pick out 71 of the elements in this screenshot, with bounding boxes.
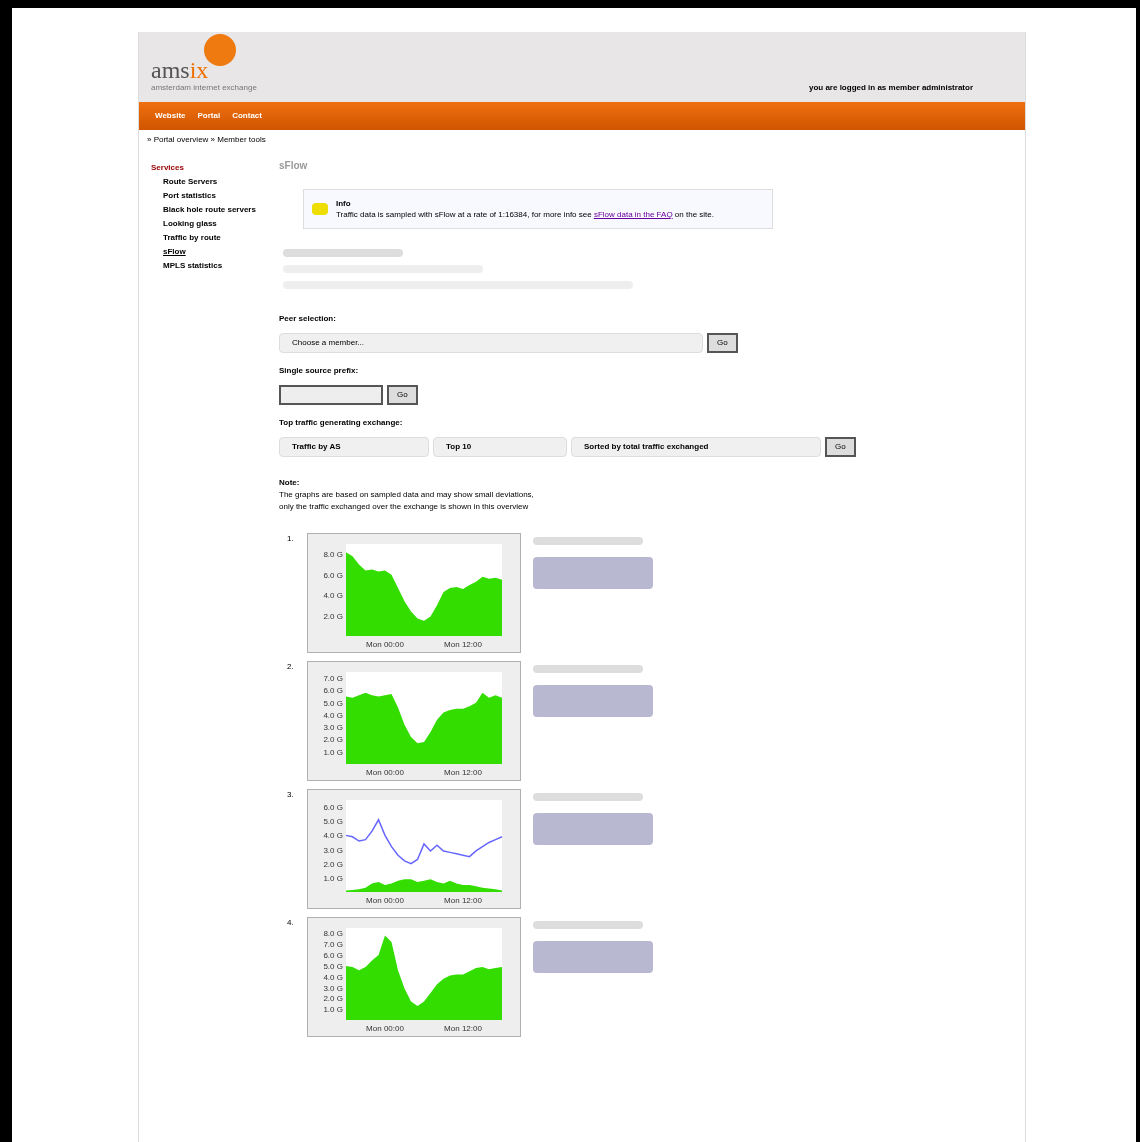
sidebar-link[interactable]: Looking glass [151, 218, 279, 230]
sidebar-link[interactable]: Route Servers [151, 176, 279, 188]
member-select[interactable]: Choose a member... [279, 333, 703, 353]
logo-text: amsix [151, 58, 209, 82]
axis-label: 6.0 G [323, 803, 343, 813]
axis-label: 2.0 G [323, 994, 343, 1004]
note-text: The graphs are based on sampled data and may show small deviations, [279, 489, 535, 501]
filter-select[interactable]: Top 10 [433, 437, 567, 457]
axis-label: Mon 00:00 [366, 768, 404, 777]
sidebar-heading: Services [151, 162, 185, 174]
axis-label: 5.0 G [323, 817, 343, 827]
axis-label: 4.0 G [323, 831, 343, 841]
field-label: Peer selection: [279, 313, 337, 325]
nav-link[interactable]: Website [155, 110, 186, 122]
sidebar-link[interactable]: Black hole route servers [151, 204, 279, 216]
filter-select[interactable]: Traffic by AS [279, 437, 429, 457]
list-marker: 4. [287, 917, 295, 929]
axis-label: 8.0 G [323, 550, 343, 560]
axis-label: 2.0 G [323, 735, 343, 745]
folder-icon [312, 203, 328, 215]
go-button[interactable]: Go [707, 333, 738, 353]
notice-title: Info [336, 198, 352, 210]
list-marker: 3. [287, 789, 295, 801]
axis-label: Mon 00:00 [366, 1024, 404, 1033]
axis-label: Mon 12:00 [444, 896, 482, 905]
note-text: only the traffic exchanged over the exchange is shown in this overview [279, 501, 530, 513]
sidebar-link[interactable]: MPLS statistics [151, 260, 279, 272]
axis-label: 2.0 G [323, 611, 343, 621]
sidebar-link[interactable]: Port statistics [151, 190, 279, 202]
list-marker: 2. [287, 661, 295, 673]
go-button[interactable]: Go [387, 385, 418, 405]
axis-label: 3.0 G [323, 983, 343, 993]
page-title: sFlow [279, 159, 309, 173]
nav-link[interactable]: Contact [232, 110, 262, 122]
axis-label: 1.0 G [323, 1005, 343, 1015]
axis-label: 6.0 G [323, 951, 343, 961]
list-marker: 1. [287, 533, 295, 545]
notice-text: Traffic data is sampled with sFlow at a rate of 1:16384, for more info see sFlow data in the FAQ on the site. [336, 210, 714, 220]
axis-label: 6.0 G [323, 686, 343, 696]
axis-label: 3.0 G [323, 845, 343, 855]
faq-link[interactable]: sFlow data in the FAQ [593, 210, 673, 219]
nav-link[interactable]: Portal [197, 110, 221, 122]
axis-label: 7.0 G [323, 674, 343, 684]
axis-label: 8.0 G [323, 929, 343, 939]
axis-label: Mon 12:00 [444, 768, 482, 777]
sidebar-link[interactable]: Traffic by route [151, 232, 279, 244]
axis-label: 4.0 G [323, 972, 343, 982]
note-title: Note: [279, 477, 301, 489]
axis-label: 3.0 G [323, 723, 343, 733]
axis-label: 1.0 G [323, 747, 343, 757]
axis-label: Mon 00:00 [366, 896, 404, 905]
axis-label: 2.0 G [323, 859, 343, 869]
field-label: Single source prefix: [279, 365, 360, 377]
axis-label: 5.0 G [323, 961, 343, 971]
axis-label: 1.0 G [323, 873, 343, 883]
user-status: you are logged in as member administrator [808, 82, 973, 94]
axis-label: 4.0 G [323, 591, 343, 601]
axis-label: Mon 12:00 [444, 1024, 482, 1033]
axis-label: 7.0 G [323, 940, 343, 950]
filter-select[interactable]: Sorted by total traffic exchanged [571, 437, 821, 457]
axis-label: 5.0 G [323, 698, 343, 708]
prefix-input-field[interactable] [279, 385, 383, 405]
sidebar-link[interactable]: sFlow [151, 246, 279, 258]
axis-label: Mon 12:00 [444, 640, 482, 649]
go-button[interactable]: Go [825, 437, 856, 457]
field-label: Top traffic generating exchange: [279, 417, 404, 429]
axis-label: Mon 00:00 [366, 640, 404, 649]
axis-label: 4.0 G [323, 710, 343, 720]
axis-label: 6.0 G [323, 570, 343, 580]
breadcrumb: » Portal overview » Member tools [146, 134, 267, 146]
logo-tagline: amsterdam internet exchange [151, 82, 257, 94]
